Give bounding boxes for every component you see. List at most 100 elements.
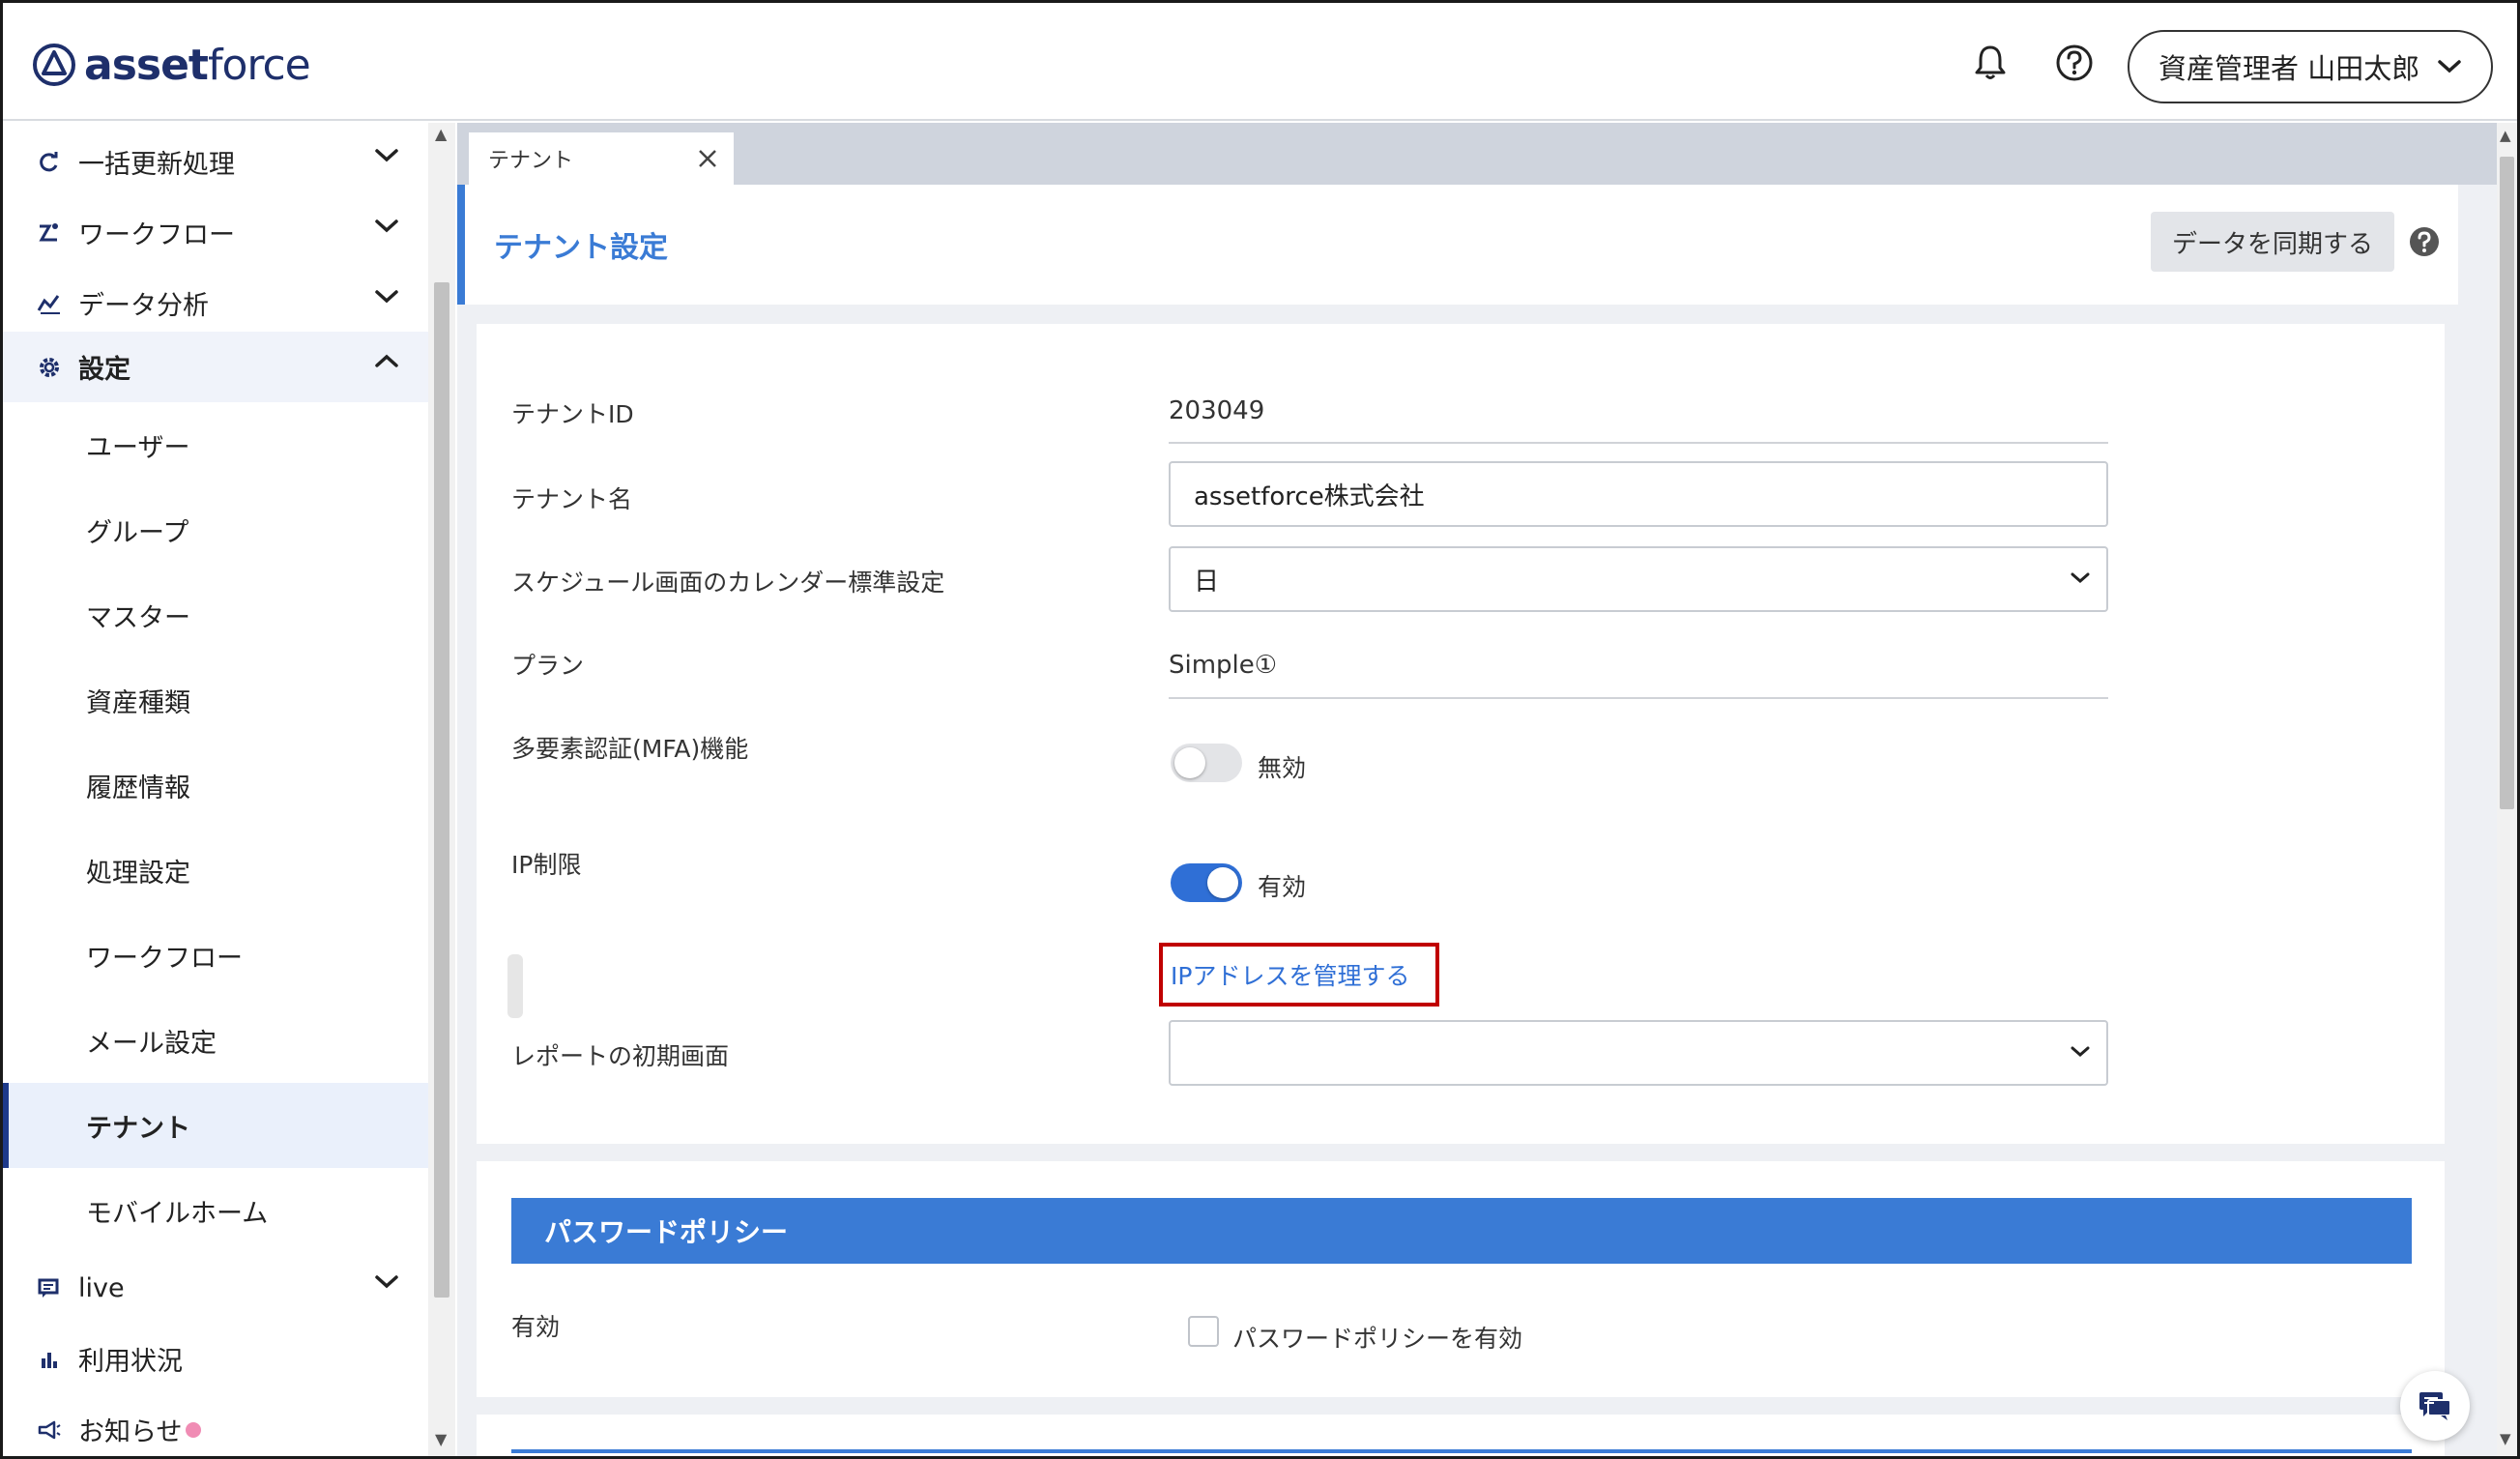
sidebar-item-label: live <box>78 1273 125 1303</box>
toggle-knob <box>1174 747 1205 778</box>
sidebar-item-workflow[interactable]: ワークフロー <box>3 197 428 268</box>
tenant-settings-card: テナントID 203049 テナント名 assetforce株式会社 スケジュー… <box>477 324 2445 1144</box>
sidebar-item-label: モバイルホーム <box>86 1198 269 1229</box>
sidebar-item-label: ユーザー <box>86 432 190 463</box>
user-menu-button[interactable]: 資産管理者 山田太郎 <box>2128 30 2493 103</box>
scroll-down-arrow-icon[interactable]: ▼ <box>435 1430 447 1448</box>
ip-address-manage-link[interactable]: IPアドレスを管理する <box>1171 957 1409 992</box>
logo-text-bold: asset <box>84 40 209 90</box>
chat-support-button[interactable] <box>2400 1371 2470 1441</box>
tenant-id-underline <box>1169 442 2108 444</box>
sidebar-item-notices[interactable]: お知らせ <box>3 1394 428 1456</box>
page-title: テナント設定 <box>494 231 668 265</box>
chat-icon <box>36 1275 63 1302</box>
tab-label: テナント <box>488 149 574 173</box>
sidebar-item-mobile-home[interactable]: モバイルホーム <box>3 1168 428 1253</box>
gear-icon <box>36 354 63 381</box>
sidebar-item-workflow-settings[interactable]: ワークフロー <box>3 913 428 998</box>
tab-tenant[interactable]: テナント <box>469 132 734 185</box>
resize-handle <box>507 954 523 1018</box>
password-policy-checkbox-label: パスワードポリシーを有効 <box>1232 1325 1523 1353</box>
sidebar-item-label: 履歴情報 <box>86 773 190 803</box>
sidebar-item-users[interactable]: ユーザー <box>3 402 428 487</box>
sidebar-item-label: メール設定 <box>86 1028 217 1059</box>
password-policy-title: パスワードポリシー <box>544 1216 789 1248</box>
sidebar-item-live[interactable]: live <box>3 1253 428 1324</box>
chevron-down-icon <box>375 1275 398 1289</box>
tenant-name-label: テナント名 <box>511 485 633 513</box>
tenant-name-input[interactable]: assetforce株式会社 <box>1169 461 2108 527</box>
tenant-id-value: 203049 <box>1169 396 1265 425</box>
megaphone-icon <box>36 1416 63 1444</box>
sidebar-item-label: お知らせ <box>78 1417 183 1447</box>
question-circle-icon[interactable] <box>2408 225 2441 258</box>
main-content: テナント テナント設定 データを同期する テナントID 203049 テナント名… <box>457 123 2497 1456</box>
scroll-up-arrow-icon[interactable]: ▲ <box>435 125 447 143</box>
chevron-down-icon <box>375 290 398 304</box>
sync-data-button-label: データを同期する <box>2171 229 2373 259</box>
next-section-header-edge <box>511 1449 2412 1453</box>
sidebar-item-tenant[interactable]: テナント <box>3 1083 428 1168</box>
sidebar-item-history[interactable]: 履歴情報 <box>3 743 428 828</box>
sidebar-item-label: 設定 <box>78 355 130 385</box>
sidebar-item-label: マスター <box>86 602 190 633</box>
unread-dot <box>186 1421 202 1438</box>
analytics-icon <box>36 290 63 317</box>
report-initial-select[interactable] <box>1169 1020 2108 1086</box>
chevron-up-icon <box>375 354 398 367</box>
mfa-toggle[interactable] <box>1171 744 1242 782</box>
password-policy-checkbox[interactable] <box>1188 1316 1219 1347</box>
scroll-up-arrow-icon[interactable]: ▲ <box>2500 127 2511 144</box>
sidebar-item-data-analysis[interactable]: データ分析 <box>3 268 428 338</box>
sync-data-button[interactable]: データを同期する <box>2151 212 2394 272</box>
bell-icon[interactable] <box>1969 42 2012 84</box>
refresh-icon <box>36 149 63 176</box>
tenant-id-label: テナントID <box>511 400 634 428</box>
top-header: assetforce 資産管理者 山田太郎 <box>3 3 2517 121</box>
sidebar-item-usage[interactable]: 利用状況 <box>3 1324 428 1394</box>
sidebar-item-mail-settings[interactable]: メール設定 <box>3 998 428 1083</box>
sidebar-item-process-settings[interactable]: 処理設定 <box>3 828 428 913</box>
ip-restriction-label: IP制限 <box>511 851 582 879</box>
next-section-card <box>477 1415 2445 1456</box>
sidebar-item-label: 利用状況 <box>78 1347 183 1377</box>
close-icon[interactable] <box>695 146 720 171</box>
sidebar-scroll-thumb[interactable] <box>434 282 449 1298</box>
main-scroll-thumb[interactable] <box>2500 157 2514 809</box>
app-window: assetforce 資産管理者 山田太郎 一括更新処理 ワークフロー データ分… <box>0 0 2520 1459</box>
plan-value: Simple① <box>1169 651 1278 680</box>
report-initial-label: レポートの初期画面 <box>511 1042 730 1070</box>
chevron-down-icon <box>2071 1046 2090 1057</box>
tab-bar: テナント <box>457 123 2497 185</box>
sidebar-item-label: データ分析 <box>78 291 209 321</box>
chevron-down-icon <box>375 219 398 233</box>
logo-text: assetforce <box>84 40 311 90</box>
logo-text-light: force <box>207 40 311 90</box>
calendar-default-label: スケジュール画面のカレンダー標準設定 <box>511 569 945 597</box>
toggle-knob <box>1207 867 1238 898</box>
main-scrollbar[interactable]: ▲ ▼ <box>2497 123 2517 1456</box>
assetforce-logo[interactable]: assetforce <box>32 38 311 92</box>
sidebar-item-label: テナント <box>86 1113 190 1144</box>
plan-underline <box>1169 697 2108 699</box>
sidebar-item-asset-types[interactable]: 資産種類 <box>3 657 428 743</box>
plan-label: プラン <box>511 652 585 680</box>
help-icon[interactable] <box>2053 42 2096 84</box>
sidebar-item-groups[interactable]: グループ <box>3 487 428 572</box>
user-name: 資産管理者 山田太郎 <box>2158 52 2420 85</box>
calendar-default-select[interactable]: 日 <box>1169 546 2108 612</box>
sidebar-item-label: ワークフロー <box>78 220 235 250</box>
sidebar-item-label: 一括更新処理 <box>78 150 235 180</box>
tenant-name-value: assetforce株式会社 <box>1194 481 1425 511</box>
chat-bubble-icon <box>2419 1392 2451 1420</box>
ip-restriction-toggle[interactable] <box>1171 863 1242 902</box>
sidebar-item-settings[interactable]: 設定 <box>3 332 428 402</box>
sidebar-item-bulk-update[interactable]: 一括更新処理 <box>3 127 428 197</box>
scroll-down-arrow-icon[interactable]: ▼ <box>2500 1430 2511 1447</box>
sidebar-item-master[interactable]: マスター <box>3 572 428 657</box>
sidebar: 一括更新処理 ワークフロー データ分析 設定 ユーザー グループ マスター 資産… <box>3 123 428 1456</box>
bar-chart-icon <box>36 1346 63 1373</box>
workflow-icon <box>36 219 63 247</box>
password-policy-header: パスワードポリシー <box>511 1198 2412 1264</box>
sidebar-scrollbar[interactable]: ▲ ▼ <box>428 123 455 1456</box>
